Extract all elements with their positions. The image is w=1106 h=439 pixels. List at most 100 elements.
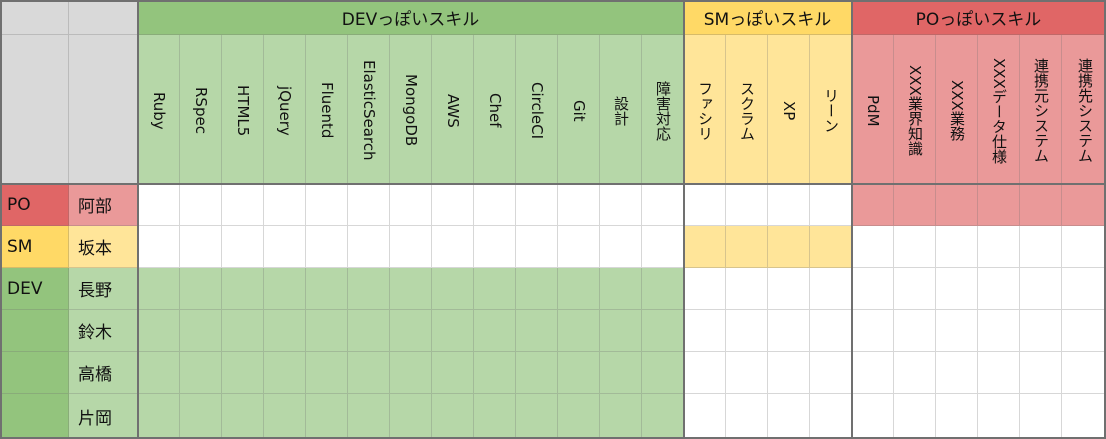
skill-header[interactable]: XXX業界知識 (894, 35, 936, 184)
skill-cell[interactable] (768, 352, 810, 394)
skill-cell[interactable] (432, 226, 474, 268)
skill-cell[interactable] (810, 226, 852, 268)
skill-cell[interactable] (726, 394, 768, 439)
skill-header[interactable]: HTML5 (222, 35, 264, 184)
skill-cell[interactable] (1062, 268, 1106, 310)
skill-cell[interactable] (600, 310, 642, 352)
skill-header[interactable]: ElasticSearch (348, 35, 390, 184)
skill-cell[interactable] (1020, 310, 1062, 352)
skill-cell[interactable] (516, 226, 558, 268)
skill-cell[interactable] (684, 226, 726, 268)
skill-cell[interactable] (222, 226, 264, 268)
corner-cell[interactable] (69, 35, 138, 184)
skill-cell[interactable] (264, 226, 306, 268)
skill-cell[interactable] (684, 352, 726, 394)
skill-cell[interactable] (936, 352, 978, 394)
skill-cell[interactable] (138, 268, 180, 310)
skill-cell[interactable] (1020, 268, 1062, 310)
skill-cell[interactable] (1062, 184, 1106, 226)
skill-header[interactable]: jQuery (264, 35, 306, 184)
skill-header[interactable]: XXX業務 (936, 35, 978, 184)
skill-cell[interactable] (306, 310, 348, 352)
skill-cell[interactable] (894, 226, 936, 268)
skill-header[interactable]: AWS (432, 35, 474, 184)
skill-cell[interactable] (138, 352, 180, 394)
skill-cell[interactable] (138, 310, 180, 352)
skill-cell[interactable] (852, 394, 894, 439)
skill-cell[interactable] (306, 184, 348, 226)
skill-header[interactable]: MongoDB (390, 35, 432, 184)
skill-header[interactable]: 設計 (600, 35, 642, 184)
skill-cell[interactable] (810, 268, 852, 310)
skill-cell[interactable] (684, 268, 726, 310)
skill-cell[interactable] (516, 268, 558, 310)
skill-cell[interactable] (600, 352, 642, 394)
skill-cell[interactable] (558, 310, 600, 352)
skill-cell[interactable] (768, 394, 810, 439)
skill-header[interactable]: Git (558, 35, 600, 184)
skill-cell[interactable] (264, 184, 306, 226)
skill-cell[interactable] (936, 268, 978, 310)
skill-header[interactable]: XXXデータ仕様 (978, 35, 1020, 184)
skill-cell[interactable] (306, 352, 348, 394)
skill-cell[interactable] (726, 268, 768, 310)
skill-cell[interactable] (852, 352, 894, 394)
skill-cell[interactable] (642, 394, 684, 439)
skill-cell[interactable] (348, 184, 390, 226)
skill-cell[interactable] (306, 226, 348, 268)
skill-header[interactable]: スクラム (726, 35, 768, 184)
skill-cell[interactable] (432, 352, 474, 394)
skill-cell[interactable] (432, 268, 474, 310)
group-header-sm[interactable]: SMっぽいスキル (684, 0, 852, 35)
skill-cell[interactable] (180, 352, 222, 394)
skill-cell[interactable] (474, 310, 516, 352)
skill-cell[interactable] (558, 268, 600, 310)
corner-cell[interactable] (0, 0, 69, 35)
skill-cell[interactable] (306, 268, 348, 310)
skill-cell[interactable] (852, 268, 894, 310)
skill-header[interactable]: 連携先システム (1062, 35, 1106, 184)
role-cell[interactable] (0, 352, 69, 394)
skill-cell[interactable] (474, 184, 516, 226)
skill-cell[interactable] (1020, 184, 1062, 226)
skill-cell[interactable] (390, 226, 432, 268)
skill-cell[interactable] (474, 268, 516, 310)
skill-cell[interactable] (894, 184, 936, 226)
skill-cell[interactable] (600, 184, 642, 226)
skill-cell[interactable] (1020, 226, 1062, 268)
skill-cell[interactable] (306, 394, 348, 439)
member-name-cell[interactable]: 鈴木 (69, 310, 138, 352)
skill-cell[interactable] (768, 184, 810, 226)
skill-cell[interactable] (180, 226, 222, 268)
skill-header[interactable]: RSpec (180, 35, 222, 184)
skill-cell[interactable] (474, 226, 516, 268)
skill-cell[interactable] (1020, 352, 1062, 394)
skill-cell[interactable] (516, 352, 558, 394)
skill-cell[interactable] (810, 310, 852, 352)
skill-cell[interactable] (852, 184, 894, 226)
skill-cell[interactable] (390, 352, 432, 394)
skill-cell[interactable] (684, 394, 726, 439)
corner-cell[interactable] (69, 0, 138, 35)
skill-cell[interactable] (768, 268, 810, 310)
skill-header[interactable]: 障害対応 (642, 35, 684, 184)
skill-cell[interactable] (264, 310, 306, 352)
skill-cell[interactable] (978, 184, 1020, 226)
skill-cell[interactable] (936, 226, 978, 268)
skill-cell[interactable] (978, 352, 1020, 394)
skill-cell[interactable] (894, 394, 936, 439)
skill-header[interactable]: Ruby (138, 35, 180, 184)
member-name-cell[interactable]: 阿部 (69, 184, 138, 226)
skill-cell[interactable] (642, 184, 684, 226)
skill-header[interactable]: PdM (852, 35, 894, 184)
skill-header[interactable]: 連携元システム (1020, 35, 1062, 184)
skill-cell[interactable] (516, 310, 558, 352)
skill-cell[interactable] (852, 226, 894, 268)
skill-header[interactable]: XP (768, 35, 810, 184)
member-name-cell[interactable]: 坂本 (69, 226, 138, 268)
skill-cell[interactable] (138, 394, 180, 439)
corner-cell[interactable] (0, 35, 69, 184)
skill-cell[interactable] (894, 310, 936, 352)
skill-cell[interactable] (222, 268, 264, 310)
skill-cell[interactable] (516, 394, 558, 439)
